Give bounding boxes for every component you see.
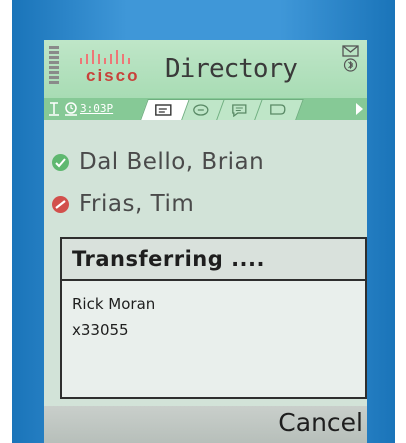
list-item[interactable]: Frias, Tim bbox=[52, 186, 194, 222]
cancel-button[interactable]: Cancel bbox=[278, 408, 363, 437]
directory-card-icon bbox=[155, 104, 172, 116]
dialog-title: Transferring .... bbox=[62, 239, 365, 281]
clock-icon bbox=[65, 102, 77, 116]
phone-screen: cisco Directory 3:03P Dal Bello, Brian F… bbox=[44, 40, 367, 443]
signal-strength-icon bbox=[49, 46, 59, 86]
group-icon bbox=[193, 104, 209, 116]
dialog-body: Rick Moran x33055 bbox=[72, 291, 155, 343]
cisco-bridge-logo-icon bbox=[80, 50, 130, 64]
softkey-bar: Cancel bbox=[44, 406, 367, 443]
status-area: 3:03P bbox=[44, 98, 132, 120]
caller-extension: x33055 bbox=[72, 321, 129, 339]
brand-logo: cisco bbox=[86, 66, 140, 85]
bluetooth-icon bbox=[343, 58, 358, 72]
contact-name: Dal Bello, Brian bbox=[79, 149, 265, 175]
message-icon bbox=[342, 45, 359, 57]
status-indicator-icons bbox=[342, 45, 359, 72]
busy-status-icon bbox=[52, 195, 69, 213]
antenna-icon bbox=[49, 102, 59, 116]
notes-icon bbox=[232, 104, 247, 117]
chat-icon bbox=[270, 104, 286, 115]
page-title: Directory bbox=[165, 54, 298, 84]
caller-name: Rick Moran bbox=[72, 295, 156, 313]
tab-directory[interactable] bbox=[140, 99, 190, 120]
contact-name: Frias, Tim bbox=[79, 191, 195, 217]
status-time: 3:03P bbox=[80, 102, 114, 115]
app-header: cisco Directory bbox=[44, 40, 367, 98]
scroll-tabs-right-icon[interactable] bbox=[356, 103, 363, 115]
tab-chat[interactable] bbox=[254, 99, 304, 120]
available-status-icon bbox=[52, 153, 69, 171]
tab-bar: 3:03P bbox=[44, 98, 367, 120]
transfer-dialog: Transferring .... Rick Moran x33055 bbox=[60, 237, 367, 399]
list-item[interactable]: Dal Bello, Brian bbox=[52, 144, 264, 180]
